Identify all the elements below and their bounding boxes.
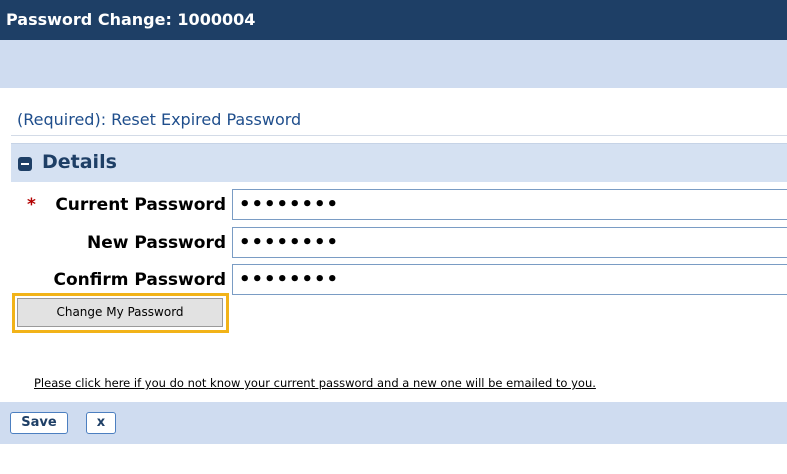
page-title-bar: Password Change: 1000004 bbox=[0, 0, 787, 40]
save-button[interactable]: Save bbox=[10, 412, 68, 434]
toolbar-band bbox=[0, 40, 787, 88]
footer-bar: Save x bbox=[0, 402, 787, 444]
new-password-label: New Password bbox=[86, 233, 226, 253]
confirm-password-label: Confirm Password bbox=[53, 270, 226, 290]
current-password-label: Current Password bbox=[55, 195, 226, 215]
confirm-password-input[interactable]: •••••••• bbox=[232, 264, 787, 295]
details-section-header[interactable]: Details bbox=[11, 143, 787, 182]
divider bbox=[11, 135, 787, 136]
form-subheading: (Required): Reset Expired Password bbox=[17, 110, 302, 129]
close-button[interactable]: x bbox=[86, 412, 116, 434]
new-password-row: New Password •••••••• bbox=[0, 227, 787, 263]
forgot-password-link[interactable]: Please click here if you do not know you… bbox=[34, 376, 596, 390]
collapse-minus-icon[interactable] bbox=[18, 157, 32, 171]
details-section-title: Details bbox=[42, 151, 117, 173]
current-password-input[interactable]: •••••••• bbox=[232, 189, 787, 220]
new-password-input[interactable]: •••••••• bbox=[232, 227, 787, 258]
page-title: Password Change: 1000004 bbox=[6, 10, 256, 29]
current-password-row: * Current Password •••••••• bbox=[0, 189, 787, 225]
required-marker: * bbox=[27, 195, 36, 215]
change-my-password-button[interactable]: Change My Password bbox=[17, 298, 223, 327]
